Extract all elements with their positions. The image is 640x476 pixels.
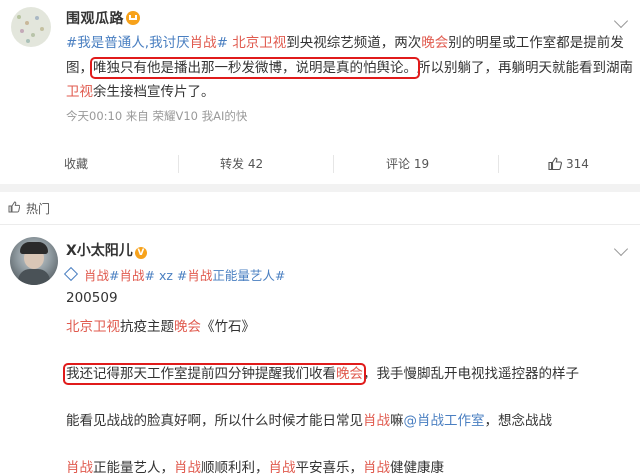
user-avatar[interactable] (11, 7, 51, 47)
keyword-link[interactable]: 肖战 (363, 413, 390, 429)
action-divider (333, 155, 334, 173)
post-meta: 今天00:10 来自 荣耀V10 我AI的快 (66, 109, 248, 123)
verified-badge-icon: V (134, 247, 147, 259)
hot-section-label: 热门 (26, 202, 51, 216)
crown-badge-icon (126, 11, 140, 25)
text-segment: 我还记得那天工作室提前四分钟提醒我们收看 (66, 366, 336, 382)
comment-line: 肖战正能量艺人，肖战顺顺利利，肖战平安喜乐，肖战健健康康 (66, 456, 444, 476)
chevron-down-icon[interactable] (613, 13, 629, 29)
section-separator (0, 184, 640, 192)
hashtag-link[interactable]: @肖战工作室 (404, 413, 485, 429)
keyword-link[interactable]: 肖战 (119, 268, 144, 283)
keyword-link[interactable]: 肖战 (174, 460, 201, 476)
text-segment: ，我手慢脚乱开电视找遥控器的样子 (363, 366, 579, 382)
text-segment: 健健康康 (390, 460, 444, 476)
comment-line: 我还记得那天工作室提前四分钟提醒我们收看晚会，我手慢脚乱开电视找遥控器的样子 (63, 362, 579, 385)
commenter-bio: 肖战#肖战# xz #肖战正能量艺人# (63, 265, 285, 284)
comment-button[interactable]: 评论 19 (386, 149, 429, 179)
commenter-username[interactable]: X小太阳儿 V (66, 240, 147, 260)
text-segment: 能看见战战的脸真好啊，所以什么时候才能日常见 (66, 413, 363, 429)
hashtag-link[interactable]: # (109, 268, 119, 283)
text-segment: 顺顺利利， (201, 460, 269, 476)
action-divider (178, 155, 179, 173)
keyword-link[interactable]: 卫视 (66, 84, 93, 100)
action-divider (498, 155, 499, 173)
text-segment: 平安喜乐， (295, 460, 364, 476)
post-line: #我是普通人,我讨厌肖战# 北京卫视到央视综艺频道，两次晚会别的明星或工作室都是… (66, 31, 628, 56)
keyword-link[interactable]: 晚会 (421, 35, 448, 51)
text-segment: 别的明星或工作室都是提前发 (448, 35, 624, 51)
thumbs-up-icon (548, 157, 562, 171)
diamond-icon (63, 266, 79, 282)
keyword-link[interactable]: 晚会 (174, 319, 201, 335)
chevron-down-icon[interactable] (613, 241, 629, 257)
post-username[interactable]: 围观瓜路 (66, 8, 140, 28)
like-count: 314 (566, 157, 589, 171)
hashtag-link[interactable]: 正能量艺人# (212, 268, 285, 283)
text-segment: 《竹石》 (201, 319, 255, 335)
hot-thumb-icon (8, 201, 20, 213)
text-segment: 嘛 (390, 413, 404, 429)
comment-line: 北京卫视抗疫主题晚会《竹石》 (66, 315, 255, 335)
keyword-link[interactable]: 晚会 (336, 366, 363, 382)
post-body: #我是普通人,我讨厌肖战# 北京卫视到央视综艺频道，两次晚会别的明星或工作室都是… (66, 31, 633, 105)
keyword-link[interactable]: 北京卫视 (232, 35, 286, 51)
post-line: 卫视余生接档宣传片了。 (66, 80, 628, 105)
text-segment: ，想念战战 (484, 413, 553, 429)
text-segment: 图， (66, 59, 93, 76)
keyword-link[interactable]: 肖战 (187, 268, 212, 283)
keyword-link[interactable]: 肖战 (66, 460, 93, 476)
keyword-link[interactable]: 肖战 (363, 460, 390, 476)
highlighted-text: 唯独只有他是播出那一秒发微博，说明是真的怕舆论。 (90, 56, 420, 79)
text-segment: 所以别躺了，再躺明天就能看到湖南 (417, 59, 633, 76)
like-button[interactable]: 314 (548, 149, 589, 179)
comment-line: 能看见战战的脸真好啊，所以什么时候才能日常见肖战嘛@肖战工作室，想念战战 (66, 409, 552, 429)
hashtag-link[interactable]: #我是普通人,我讨厌 (66, 35, 190, 51)
commenter-avatar[interactable] (10, 237, 58, 285)
username-text[interactable]: X小太阳儿 (66, 243, 133, 259)
highlighted-text: 我还记得那天工作室提前四分钟提醒我们收看晚会 (63, 363, 366, 385)
text-segment: 抗疫主题 (120, 319, 174, 335)
hashtag-link[interactable]: # xz # (145, 268, 188, 283)
divider (0, 224, 640, 225)
keyword-link[interactable]: 肖战 (190, 35, 217, 51)
hashtag-link[interactable]: # (217, 35, 228, 51)
favorite-button[interactable]: 收藏 (64, 149, 88, 179)
post-line: 图，唯独只有他是播出那一秒发微博，说明是真的怕舆论。所以别躺了，再躺明天就能看到… (66, 56, 633, 81)
username-text[interactable]: 围观瓜路 (66, 11, 124, 27)
keyword-link[interactable]: 肖战 (84, 268, 109, 283)
text-segment: 余生接档宣传片了。 (93, 84, 215, 100)
comment-date: 200509 (66, 290, 118, 306)
text-segment: 到央视综艺频道，两次 (286, 35, 422, 51)
repost-button[interactable]: 转发 42 (220, 149, 263, 179)
post-action-bar: 收藏 转发 42 评论 19 314 (0, 149, 640, 179)
keyword-link[interactable]: 肖战 (269, 460, 296, 476)
keyword-link[interactable]: 北京卫视 (66, 319, 120, 335)
text-segment: 正能量艺人， (93, 460, 174, 476)
